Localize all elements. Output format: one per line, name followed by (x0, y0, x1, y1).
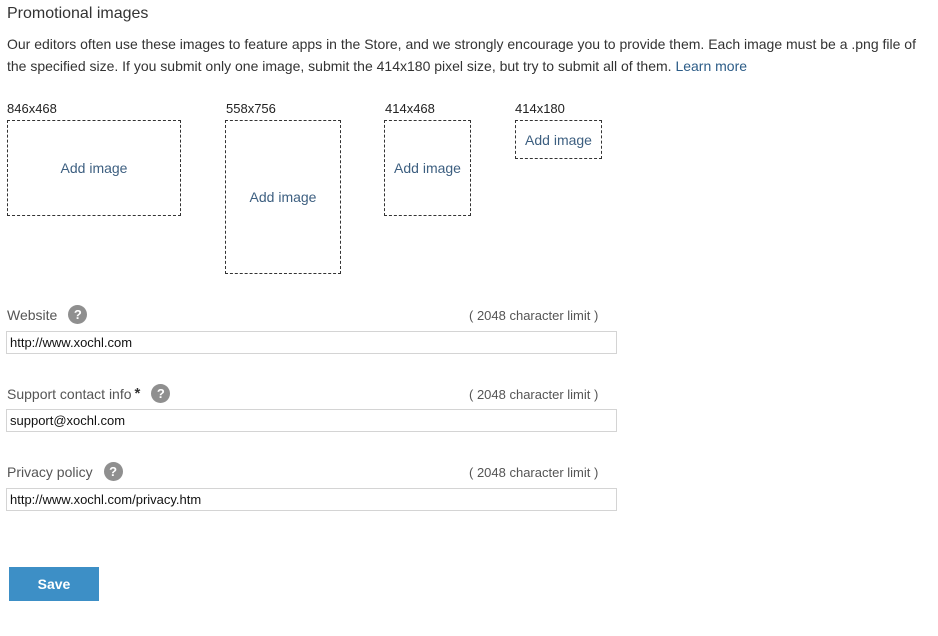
section-description: Our editors often use these images to fe… (7, 33, 935, 77)
privacy-policy-input[interactable] (6, 488, 617, 511)
image-size-label: 414x180 (515, 101, 565, 116)
image-size-label: 558x756 (226, 101, 276, 116)
image-size-label: 846x468 (7, 101, 57, 116)
image-size-label: 414x468 (385, 101, 435, 116)
description-text: Our editors often use these images to fe… (7, 36, 916, 74)
required-mark: * (134, 385, 141, 402)
add-image-label: Add image (394, 160, 461, 176)
save-button[interactable]: Save (9, 567, 99, 601)
privacy-label: Privacy policy (7, 463, 93, 480)
help-icon[interactable]: ? (68, 305, 88, 324)
website-input[interactable] (6, 331, 617, 354)
website-label: Website (7, 306, 58, 323)
add-image-label: Add image (525, 131, 592, 148)
section-title: Promotional images (7, 5, 149, 22)
privacy-field-label: Privacy policy ? (7, 462, 123, 481)
add-image-label: Add image (249, 189, 317, 205)
add-image-414x180[interactable]: Add image (515, 120, 602, 159)
help-icon[interactable]: ? (103, 462, 123, 481)
website-char-limit: ( 2048 character limit ) (469, 308, 599, 323)
support-contact-input[interactable] (6, 409, 617, 432)
support-field-label: Support contact info * ? (7, 384, 171, 403)
add-image-558x756[interactable]: Add image (225, 120, 341, 274)
add-image-label: Add image (60, 160, 128, 176)
support-char-limit: ( 2048 character limit ) (469, 387, 599, 402)
add-image-414x468[interactable]: Add image (384, 120, 471, 216)
support-label: Support contact info (7, 385, 132, 402)
website-field-label: Website ? (7, 305, 88, 324)
help-icon[interactable]: ? (151, 384, 171, 403)
privacy-char-limit: ( 2048 character limit ) (469, 465, 599, 480)
add-image-846x468[interactable]: Add image (7, 120, 181, 216)
learn-more-link[interactable]: Learn more (675, 58, 747, 74)
